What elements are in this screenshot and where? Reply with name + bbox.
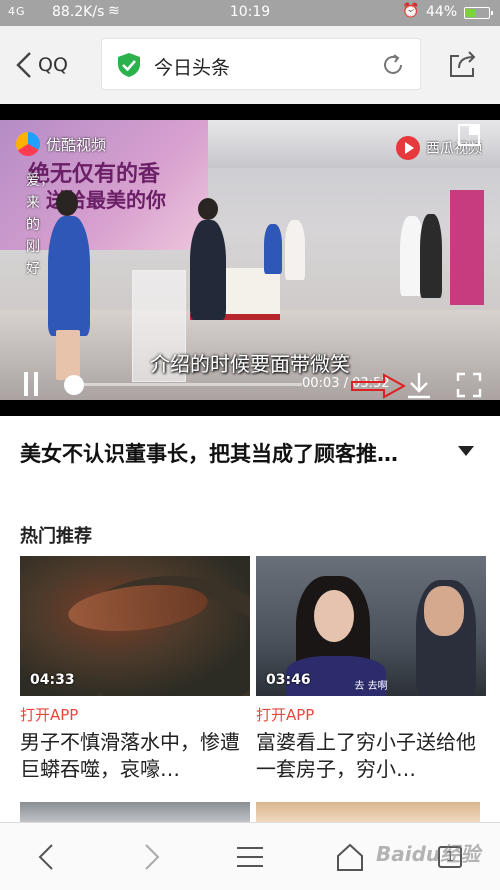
page-title: 今日头条 (154, 57, 231, 79)
battery-percent: 44% (426, 4, 458, 20)
menu-button[interactable] (230, 837, 270, 877)
person-figure (285, 220, 305, 280)
duration-label: 04:33 (30, 672, 75, 688)
video-controls: 00:03 / 03:52 (0, 366, 500, 406)
back-label: QQ (38, 54, 68, 76)
fullscreen-icon[interactable] (456, 372, 482, 398)
card-title[interactable]: 富婆看上了穷小子送给他一套房子，穷小… (256, 729, 486, 783)
chevron-left-icon (16, 52, 31, 78)
duration-label: 03:46 (266, 672, 311, 688)
open-app-link[interactable]: 打开APP (256, 704, 486, 725)
scene-pillar (450, 190, 484, 305)
share-icon[interactable] (447, 48, 479, 80)
video-title[interactable]: 美女不认识董事长，把其当成了顾客推… (20, 438, 440, 468)
mini-window-icon[interactable] (458, 124, 480, 146)
youku-label: 优酷视频 (46, 135, 107, 154)
progress-knob[interactable] (64, 375, 84, 395)
forward-button[interactable] (130, 837, 170, 877)
card-title[interactable]: 男子不慎滑落水中，惨遭巨蟒吞噬，哀嚎… (20, 729, 250, 783)
person-figure (48, 216, 90, 336)
expand-icon[interactable] (458, 446, 474, 456)
youku-watermark: 优酷视频 (16, 132, 106, 156)
section-title: 热门推荐 (20, 526, 92, 547)
menu-icon (237, 847, 263, 867)
shield-check-icon (118, 53, 140, 77)
download-icon[interactable] (404, 370, 434, 400)
reload-icon[interactable] (380, 52, 406, 78)
back-icon (38, 844, 53, 870)
alarm-icon: ⏰ (402, 3, 420, 19)
pause-icon[interactable] (22, 372, 40, 396)
forward-icon (145, 844, 160, 870)
back-to-qq-button[interactable]: QQ (14, 48, 68, 82)
progress-track[interactable] (72, 383, 302, 386)
recommend-card[interactable]: 去 去啊 03:46 打开APP 富婆看上了穷小子送给他一套房子，穷小… (256, 556, 486, 783)
video-thumbnail[interactable]: 去 去啊 03:46 (256, 556, 486, 696)
browser-nav-bar: QQ 今日头条 (0, 26, 500, 104)
thumbnail-shape (424, 586, 464, 636)
battery-fill (466, 9, 476, 17)
battery-icon (464, 7, 493, 19)
open-app-link[interactable]: 打开APP (20, 704, 250, 725)
xigua-logo-icon (396, 136, 420, 160)
home-button[interactable] (330, 837, 370, 877)
video-player[interactable]: 绝无仅有的香 送给最美的你 优酷视频 爱，来的刚好 西瓜视频 介绍的时候要面带微… (0, 104, 500, 416)
person-figure (420, 214, 442, 298)
status-bar: 4G 88.2K/s ≋ 10:19 ⏰ 44% (0, 0, 500, 26)
person-head (56, 190, 78, 216)
next-card-thumbnail[interactable] (20, 802, 250, 822)
person-head (198, 198, 218, 220)
person-figure (190, 220, 226, 320)
address-bar[interactable]: 今日头条 (101, 38, 421, 90)
next-card-thumbnail[interactable] (256, 802, 480, 822)
person-figure (264, 224, 282, 274)
recommend-card[interactable]: 04:33 打开APP 男子不慎滑落水中，惨遭巨蟒吞噬，哀嚎… (20, 556, 250, 783)
clock: 10:19 (229, 4, 271, 20)
youku-logo-icon (16, 132, 40, 156)
video-thumbnail[interactable]: 04:33 (20, 556, 250, 696)
baidu-watermark: Baidu经验 (376, 842, 481, 866)
annotation-arrow-icon (351, 373, 406, 399)
back-button[interactable] (28, 837, 68, 877)
home-icon (337, 843, 363, 871)
thumbnail-shape (314, 590, 354, 642)
show-title-vertical: 爱，来的刚好 (26, 173, 54, 277)
